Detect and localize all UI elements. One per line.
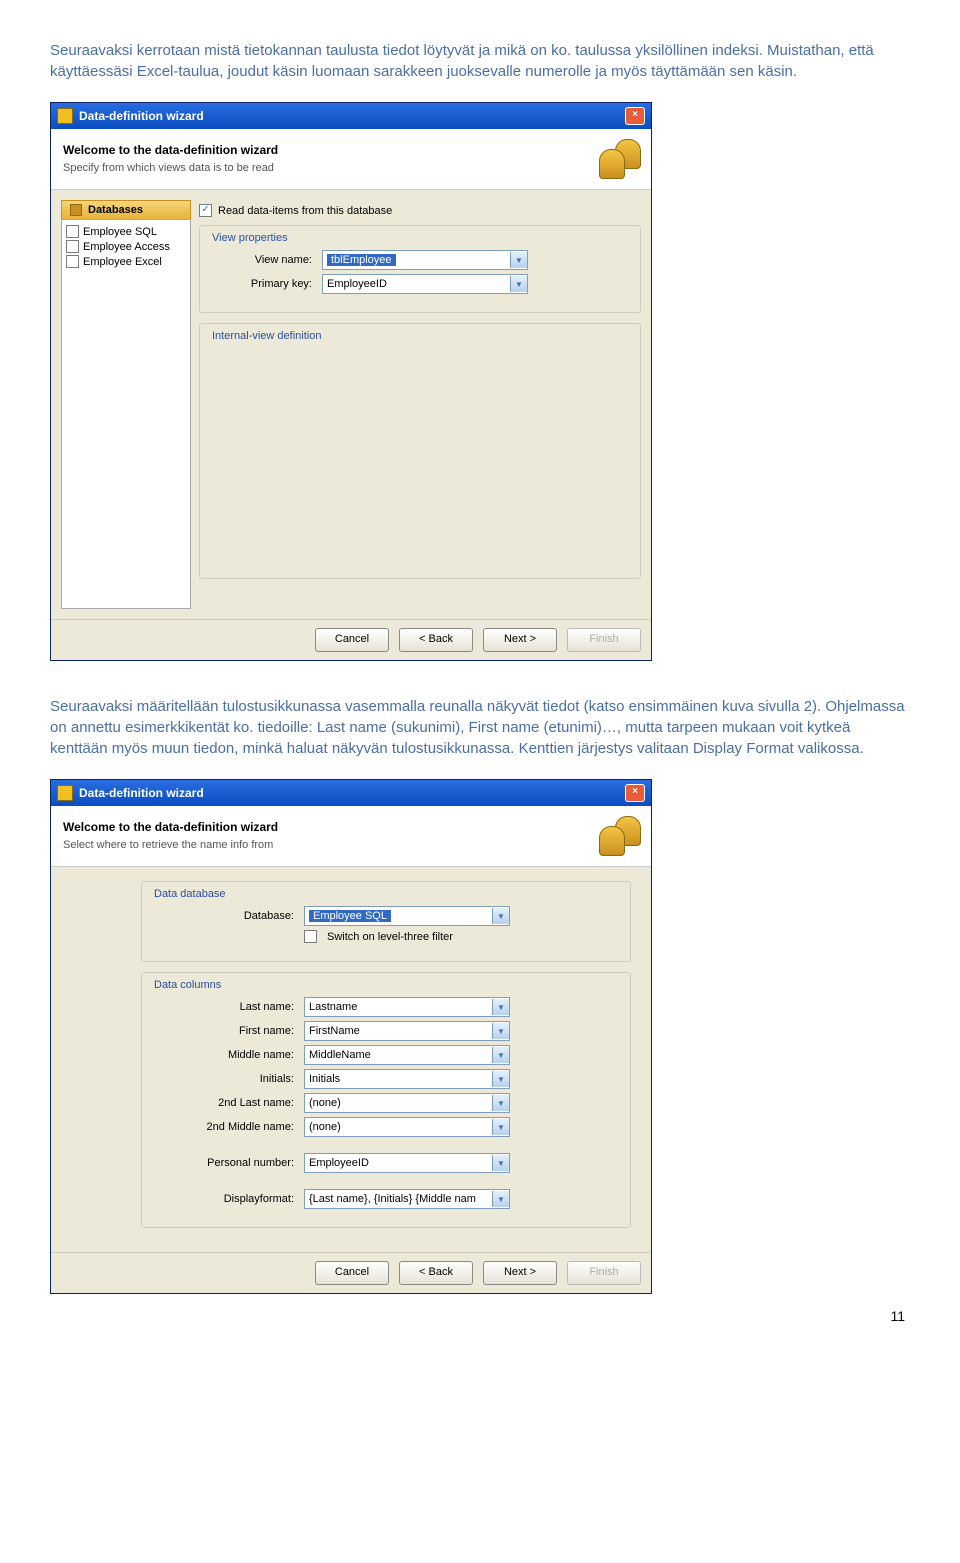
chevron-down-icon[interactable]: ▼	[492, 908, 509, 924]
initials-combo[interactable]: Initials ▼	[304, 1069, 510, 1089]
field-label: First name:	[154, 1025, 294, 1037]
chevron-down-icon[interactable]: ▼	[492, 1095, 509, 1111]
database-icon	[599, 139, 639, 179]
displayformat-combo[interactable]: {Last name}, {Initials} {Middle nam ▼	[304, 1189, 510, 1209]
second-middlename-combo[interactable]: (none) ▼	[304, 1117, 510, 1137]
finish-button: Finish	[567, 628, 641, 652]
combo-value: (none)	[309, 1097, 341, 1109]
firstname-combo[interactable]: FirstName ▼	[304, 1021, 510, 1041]
combo-value: tblEmployee	[327, 254, 396, 266]
checkbox[interactable]	[66, 255, 79, 268]
chevron-down-icon[interactable]: ▼	[492, 1191, 509, 1207]
cancel-button[interactable]: Cancel	[315, 628, 389, 652]
chevron-down-icon[interactable]: ▼	[510, 276, 527, 292]
app-icon	[57, 785, 73, 801]
data-database-group: Data database	[154, 888, 618, 900]
wizard-heading: Welcome to the data-definition wizard	[63, 142, 278, 159]
window-title: Data-definition wizard	[79, 109, 204, 123]
switch-filter-checkbox[interactable]	[304, 930, 317, 943]
read-data-checkbox[interactable]	[199, 204, 212, 217]
window-title: Data-definition wizard	[79, 786, 204, 800]
field-label: Personal number:	[154, 1157, 294, 1169]
chevron-down-icon[interactable]: ▼	[492, 1071, 509, 1087]
view-name-label: View name:	[212, 254, 312, 266]
database-list[interactable]: Employee SQL Employee Access Employee Ex…	[61, 219, 191, 609]
list-item[interactable]: Employee SQL	[66, 224, 186, 239]
combo-value: EmployeeID	[309, 1157, 369, 1169]
field-label: Last name:	[154, 1001, 294, 1013]
combo-value: Initials	[309, 1073, 340, 1085]
field-label: Initials:	[154, 1073, 294, 1085]
view-name-combo[interactable]: tblEmployee ▼	[322, 250, 528, 270]
wizard-window-1: Data-definition wizard × Welcome to the …	[50, 102, 652, 661]
app-icon	[57, 108, 73, 124]
list-item-label: Employee SQL	[83, 226, 157, 238]
internal-view-group: Internal-view definition	[212, 330, 628, 342]
back-button[interactable]: < Back	[399, 628, 473, 652]
databases-header: Databases	[61, 200, 191, 219]
combo-value: {Last name}, {Initials} {Middle nam	[309, 1193, 476, 1205]
combo-value: (none)	[309, 1121, 341, 1133]
close-icon[interactable]: ×	[625, 784, 645, 802]
next-button[interactable]: Next >	[483, 628, 557, 652]
list-item[interactable]: Employee Excel	[66, 254, 186, 269]
primary-key-label: Primary key:	[212, 278, 312, 290]
database-icon	[599, 816, 639, 856]
next-button[interactable]: Next >	[483, 1261, 557, 1285]
combo-value: Employee SQL	[309, 910, 391, 922]
database-combo[interactable]: Employee SQL ▼	[304, 906, 510, 926]
field-label: Displayformat:	[154, 1193, 294, 1205]
read-data-label: Read data-items from this database	[218, 205, 392, 217]
chevron-down-icon[interactable]: ▼	[492, 1119, 509, 1135]
personal-number-combo[interactable]: EmployeeID ▼	[304, 1153, 510, 1173]
field-label: 2nd Last name:	[154, 1097, 294, 1109]
primary-key-combo[interactable]: EmployeeID ▼	[322, 274, 528, 294]
combo-value: Lastname	[309, 1001, 357, 1013]
wizard-subheading: Select where to retrieve the name info f…	[63, 838, 278, 853]
database-label: Database:	[154, 910, 294, 922]
combo-value: MiddleName	[309, 1049, 371, 1061]
middlename-combo[interactable]: MiddleName ▼	[304, 1045, 510, 1065]
close-icon[interactable]: ×	[625, 107, 645, 125]
chevron-down-icon[interactable]: ▼	[492, 999, 509, 1015]
paragraph-1: Seuraavaksi kerrotaan mistä tietokannan …	[50, 40, 910, 82]
chevron-down-icon[interactable]: ▼	[492, 1155, 509, 1171]
field-label: Middle name:	[154, 1049, 294, 1061]
list-item-label: Employee Access	[83, 241, 170, 253]
page-number: 11	[890, 1308, 905, 1324]
combo-value: EmployeeID	[327, 278, 387, 290]
checkbox[interactable]	[66, 225, 79, 238]
data-columns-group: Data columns	[154, 979, 618, 991]
checkbox[interactable]	[66, 240, 79, 253]
back-button[interactable]: < Back	[399, 1261, 473, 1285]
list-item-label: Employee Excel	[83, 256, 162, 268]
chevron-down-icon[interactable]: ▼	[492, 1047, 509, 1063]
wizard-window-2: Data-definition wizard × Welcome to the …	[50, 779, 652, 1294]
cancel-button[interactable]: Cancel	[315, 1261, 389, 1285]
chevron-down-icon[interactable]: ▼	[510, 252, 527, 268]
view-properties-group: View properties	[212, 232, 628, 244]
list-item[interactable]: Employee Access	[66, 239, 186, 254]
chevron-down-icon[interactable]: ▼	[492, 1023, 509, 1039]
wizard-subheading: Specify from which views data is to be r…	[63, 161, 278, 176]
titlebar[interactable]: Data-definition wizard ×	[51, 103, 651, 129]
folder-icon	[70, 204, 82, 216]
wizard-heading: Welcome to the data-definition wizard	[63, 819, 278, 836]
combo-value: FirstName	[309, 1025, 360, 1037]
finish-button: Finish	[567, 1261, 641, 1285]
field-label: 2nd Middle name:	[154, 1121, 294, 1133]
second-lastname-combo[interactable]: (none) ▼	[304, 1093, 510, 1113]
databases-label: Databases	[88, 204, 143, 216]
switch-filter-label: Switch on level-three filter	[327, 931, 453, 943]
titlebar[interactable]: Data-definition wizard ×	[51, 780, 651, 806]
lastname-combo[interactable]: Lastname ▼	[304, 997, 510, 1017]
paragraph-2: Seuraavaksi määritellään tulostusikkunas…	[50, 696, 910, 759]
